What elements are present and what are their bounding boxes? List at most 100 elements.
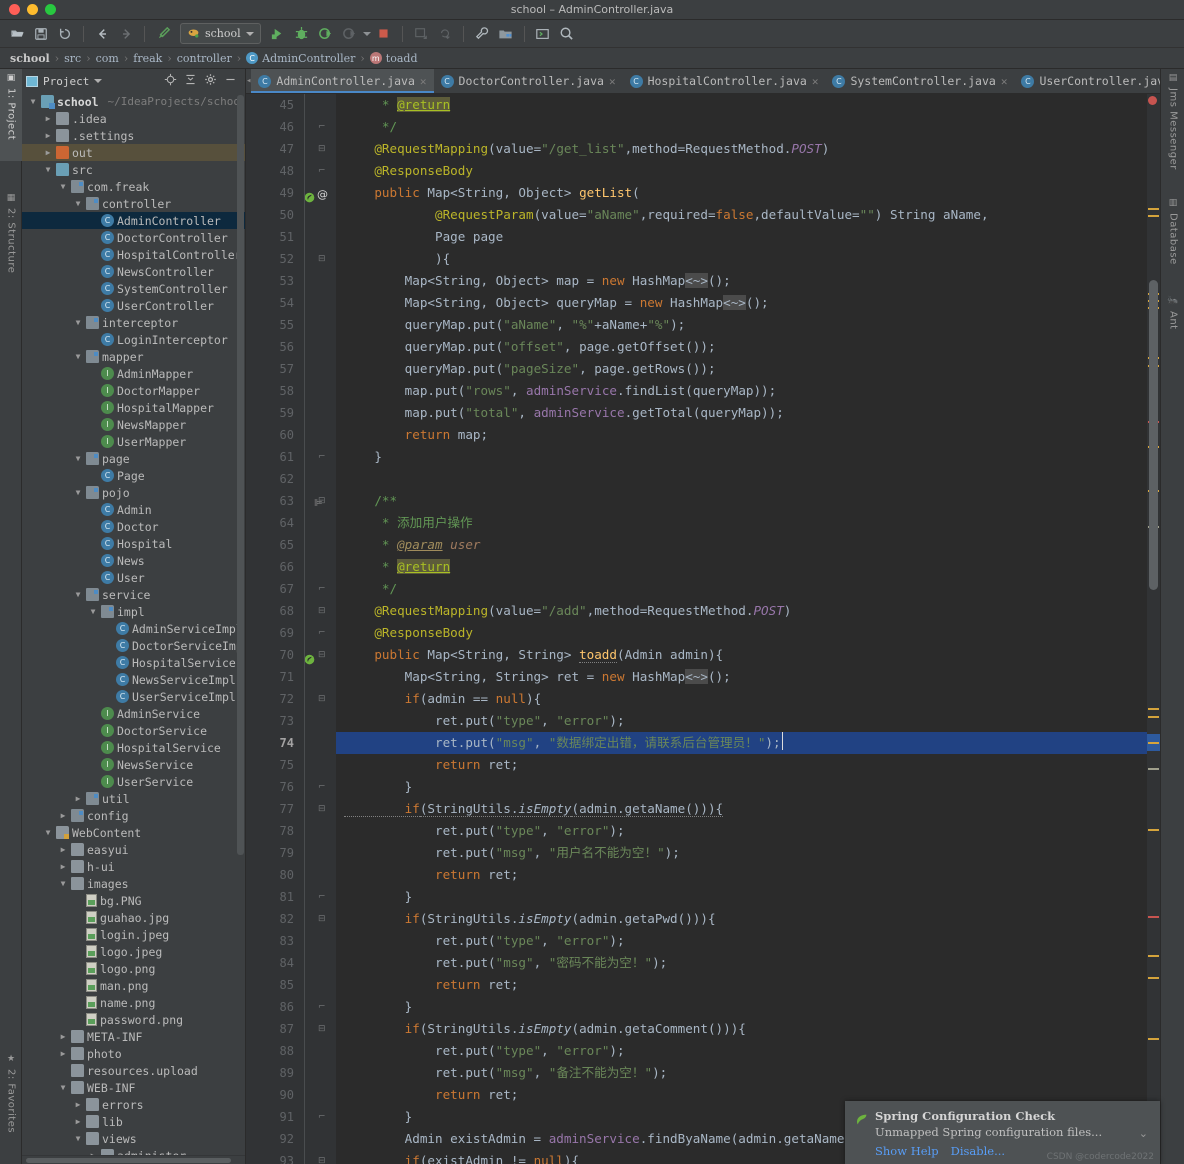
code-line[interactable]: if(admin == null){ xyxy=(336,688,1147,710)
tree-node-userserviceimpl[interactable]: C UserServiceImpl xyxy=(22,688,245,705)
gutter-row[interactable] xyxy=(302,358,336,380)
run-coverage-icon[interactable] xyxy=(315,23,337,45)
close-icon[interactable]: ✕ xyxy=(1001,75,1008,88)
fold-end-icon[interactable]: ⌐ xyxy=(318,1003,327,1012)
code-line[interactable]: Map<String, String> ret = new HashMap<~>… xyxy=(336,666,1147,688)
code-line[interactable]: @RequestParam(value="aName",required=fal… xyxy=(336,204,1147,226)
chevron-right-icon[interactable]: ▶ xyxy=(43,148,53,157)
tree-node-name-png[interactable]: name.png xyxy=(22,994,245,1011)
code-line[interactable]: /** xyxy=(336,490,1147,512)
tree-node-adminserviceimpl[interactable]: C AdminServiceImpl xyxy=(22,620,245,637)
tree-node-admin[interactable]: C Admin xyxy=(22,501,245,518)
fold-end-icon[interactable]: ⌐ xyxy=(318,123,327,132)
tree-node-page[interactable]: ▼ page xyxy=(22,450,245,467)
gutter-row[interactable] xyxy=(302,666,336,688)
code-line[interactable]: ret.put("msg", "密码不能为空！"); xyxy=(336,952,1147,974)
chevron-down-icon[interactable]: ▼ xyxy=(58,182,68,191)
collapse-all-icon[interactable] xyxy=(184,73,197,89)
gutter-row[interactable]: @ xyxy=(302,182,336,204)
tree-node-administer[interactable]: ▶administer xyxy=(22,1147,245,1155)
tree-node-webcontent[interactable]: ▼ WebContent xyxy=(22,824,245,841)
code-line[interactable]: return map; xyxy=(336,424,1147,446)
tree-node-doctorcontroller[interactable]: C DoctorController xyxy=(22,229,245,246)
breadcrumb-item-com[interactable]: com xyxy=(94,52,121,65)
fold-collapse-icon[interactable]: ⊟ xyxy=(318,255,327,264)
fold-collapse-icon[interactable]: ⊟ xyxy=(318,695,327,704)
editor-tab-hospitalcontroller-java[interactable]: C HospitalController.java ✕ xyxy=(623,69,826,93)
code-line[interactable]: } xyxy=(336,886,1147,908)
code-line[interactable]: } xyxy=(336,446,1147,468)
annotation-marker-icon[interactable]: @ xyxy=(317,184,328,206)
tree-node-util[interactable]: ▶ util xyxy=(22,790,245,807)
fold-end-icon[interactable]: ⌐ xyxy=(318,629,327,638)
gutter-row[interactable] xyxy=(302,314,336,336)
gutter-row[interactable]: ⊟ xyxy=(302,600,336,622)
code-line[interactable]: Page page xyxy=(336,226,1147,248)
editor-tab-usercontroller-java[interactable]: CUserController.java✕ xyxy=(1014,69,1160,93)
open-folder-icon[interactable] xyxy=(6,23,28,45)
sidebar-item-ant[interactable]: 🐜 Ant xyxy=(1161,291,1184,343)
code-line[interactable]: * 添加用户操作 xyxy=(336,512,1147,534)
disable-link[interactable]: Disable... xyxy=(951,1144,1005,1158)
gutter-row[interactable] xyxy=(302,974,336,996)
sidebar-item-database[interactable]: ▥ Database xyxy=(1161,194,1184,279)
window-controls[interactable] xyxy=(0,4,56,15)
gutter-row[interactable]: ⊫ ⊟ xyxy=(302,490,336,512)
gutter-row[interactable]: ⌐ xyxy=(302,116,336,138)
gutter-row[interactable] xyxy=(302,556,336,578)
tree-node-views[interactable]: ▼ views xyxy=(22,1130,245,1147)
tree-node-school[interactable]: ▼ school ~/IdeaProjects/schoo xyxy=(22,93,245,110)
tree-node-easyui[interactable]: ▶ easyui xyxy=(22,841,245,858)
tree-node-bg-png[interactable]: bg.PNG xyxy=(22,892,245,909)
gutter-row[interactable] xyxy=(302,1062,336,1084)
breadcrumb-item-toadd[interactable]: m toadd xyxy=(368,52,420,65)
chevron-down-icon[interactable]: ▼ xyxy=(43,165,53,174)
code-line[interactable] xyxy=(336,468,1147,490)
gutter-row[interactable]: ⊟ xyxy=(302,908,336,930)
code-line[interactable]: return ret; xyxy=(336,754,1147,776)
tree-node-doctor[interactable]: C Doctor xyxy=(22,518,245,535)
code-line[interactable]: ret.put("msg", "数据绑定出错，请联系后台管理员！"); xyxy=(336,732,1147,754)
code-line[interactable]: if(StringUtils.isEmpty(admin.getaName())… xyxy=(336,798,1147,820)
fold-collapse-icon[interactable]: ⊟ xyxy=(318,915,327,924)
code-line[interactable]: * @param user xyxy=(336,534,1147,556)
terminal-icon[interactable] xyxy=(532,23,554,45)
locate-icon[interactable] xyxy=(164,73,177,89)
tree-node-controller[interactable]: ▼ controller xyxy=(22,195,245,212)
tree-node-config[interactable]: ▶ config xyxy=(22,807,245,824)
chevron-down-icon[interactable]: ▼ xyxy=(73,1134,83,1143)
code-editor[interactable]: * @return */ @RequestMapping(value="/get… xyxy=(336,94,1147,1164)
gutter-row[interactable]: ⊟ xyxy=(302,1018,336,1040)
gutter-row[interactable] xyxy=(302,1040,336,1062)
code-line[interactable]: map.put("rows", adminService.findList(qu… xyxy=(336,380,1147,402)
editor-tab-admincontroller-java[interactable]: C AdminController.java ✕ xyxy=(251,69,434,93)
gutter-row[interactable] xyxy=(302,864,336,886)
run-icon[interactable] xyxy=(267,23,289,45)
fold-collapse-icon[interactable]: ⊟ xyxy=(318,1157,327,1164)
code-line[interactable]: ){ xyxy=(336,248,1147,270)
breadcrumb-item-freak[interactable]: freak xyxy=(131,52,164,65)
sync-icon[interactable] xyxy=(54,23,76,45)
sidebar-item-project[interactable]: ▣ 1: Project xyxy=(0,69,22,161)
chevron-down-icon[interactable]: ⌄ xyxy=(1139,1127,1148,1140)
project-tree-scrollbar[interactable] xyxy=(237,95,244,855)
tree-node-interceptor[interactable]: ▼ interceptor xyxy=(22,314,245,331)
chevron-down-icon[interactable]: ▼ xyxy=(58,1083,68,1092)
code-line[interactable]: @ResponseBody xyxy=(336,160,1147,182)
gutter-row[interactable] xyxy=(302,336,336,358)
fold-end-icon[interactable]: ⌐ xyxy=(318,1113,327,1122)
maximize-window-button[interactable] xyxy=(45,4,56,15)
breadcrumb-item-controller[interactable]: controller xyxy=(175,52,234,65)
code-line[interactable]: map.put("total", adminService.getTotal(q… xyxy=(336,402,1147,424)
chevron-down-icon[interactable]: ▼ xyxy=(43,828,53,837)
tree-node-errors[interactable]: ▶ errors xyxy=(22,1096,245,1113)
code-line[interactable]: Map<String, Object> map = new HashMap<~>… xyxy=(336,270,1147,292)
tree-node-doctorserviceimpl[interactable]: C DoctorServiceImpl xyxy=(22,637,245,654)
gutter-row[interactable] xyxy=(302,292,336,314)
fold-end-icon[interactable]: ⌐ xyxy=(318,453,327,462)
code-line[interactable]: @RequestMapping(value="/add",method=Requ… xyxy=(336,600,1147,622)
fold-collapse-icon[interactable]: ⊟ xyxy=(318,805,327,814)
chevron-right-icon[interactable]: ▶ xyxy=(73,1100,83,1109)
tree-node-web-inf[interactable]: ▼ WEB-INF xyxy=(22,1079,245,1096)
tree-node-logininterceptor[interactable]: C LoginInterceptor xyxy=(22,331,245,348)
